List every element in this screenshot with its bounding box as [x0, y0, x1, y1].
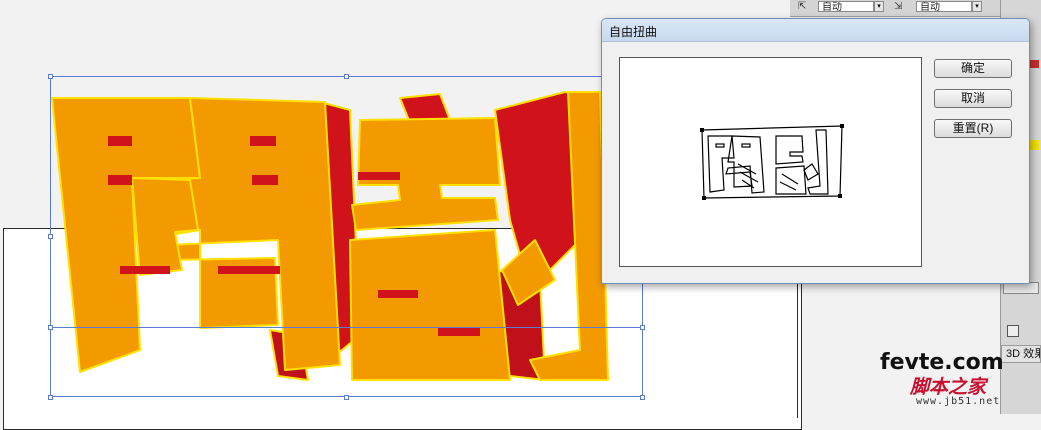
toolbar-field-2[interactable]: 自动 — [916, 1, 972, 12]
distort-handle-top-left[interactable] — [700, 128, 704, 132]
resize-handle-right[interactable] — [640, 325, 645, 330]
preview-outline-svg — [700, 124, 844, 200]
distort-handle-bottom-left[interactable] — [702, 196, 706, 200]
resize-handle-top[interactable] — [344, 74, 349, 79]
toolbar-field-1[interactable]: 自动 — [818, 1, 874, 12]
dialog-title: 自由扭曲 — [609, 25, 658, 39]
selection-bounding-box[interactable] — [50, 76, 643, 397]
distort-preview-area[interactable] — [619, 57, 922, 267]
resize-handle-bottom[interactable] — [344, 395, 349, 400]
watermark-site-cn: 脚本之家 — [910, 376, 987, 398]
illustrator-canvas[interactable]: ⇱ 自动 ▾ ⇲ 自动 ▾ 3D 效 fevte.com 脚本之家 www.jb… — [0, 0, 1041, 430]
watermark-url: www.jb51.net — [916, 396, 1001, 407]
distort-handle-bottom-right[interactable] — [838, 194, 842, 198]
chevron-down-icon[interactable]: ▾ — [972, 1, 982, 12]
resize-handle-bottom-left[interactable] — [48, 395, 53, 400]
dialog-titlebar[interactable]: 自由扭曲 — [602, 19, 1029, 42]
ok-button[interactable]: 确定 — [934, 59, 1012, 78]
free-distort-dialog: 自由扭曲 确定 取消 重置(R) — [601, 18, 1030, 284]
new-layer-icon[interactable] — [1007, 325, 1019, 337]
resize-handle-left[interactable] — [48, 234, 53, 239]
resize-handle-bottom-right[interactable] — [640, 395, 645, 400]
align-icon[interactable]: ⇱ — [798, 2, 806, 12]
resize-handle-left-lower[interactable] — [48, 325, 53, 330]
chevron-down-icon[interactable]: ▾ — [874, 1, 884, 12]
preview-artwork[interactable] — [698, 124, 846, 200]
panel-tab-3d-effect[interactable]: 3D 效果 — [1001, 345, 1041, 363]
align-icon[interactable]: ⇲ — [894, 2, 902, 12]
resize-handle-top-left[interactable] — [48, 74, 53, 79]
reset-button[interactable]: 重置(R) — [934, 119, 1012, 138]
distort-handle-top-right[interactable] — [840, 124, 844, 128]
bounding-box-guide — [50, 327, 643, 328]
watermark: fevte.com 脚本之家 www.jb51.net — [880, 350, 1004, 410]
cancel-button[interactable]: 取消 — [934, 89, 1012, 108]
